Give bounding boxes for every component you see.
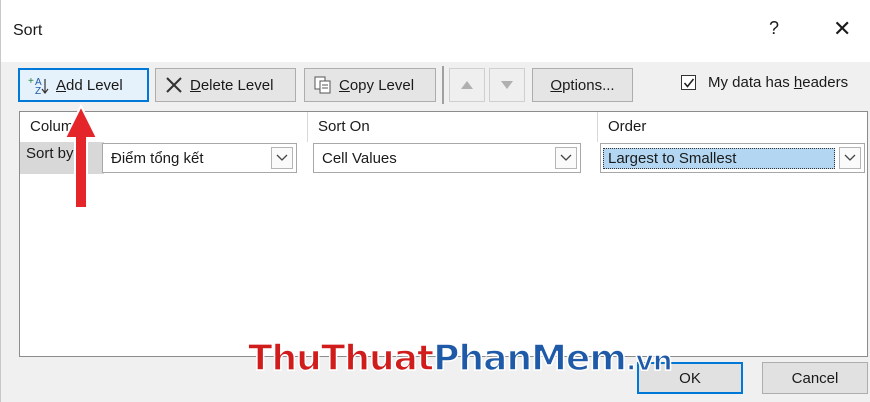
add-level-icon: + A Z	[28, 75, 50, 95]
delete-level-button[interactable]: Delete Level	[155, 68, 296, 102]
triangle-up-icon	[460, 77, 474, 94]
delete-x-icon	[164, 75, 184, 95]
chevron-down-icon[interactable]	[839, 147, 861, 169]
sort-on-header: Sort On	[308, 112, 598, 142]
options-label: Options...	[550, 76, 615, 94]
options-button[interactable]: Options...	[532, 68, 633, 102]
add-level-button[interactable]: + A Z Add Level	[18, 68, 149, 102]
delete-level-label: Delete Level	[190, 76, 274, 94]
help-button[interactable]: ?	[769, 18, 779, 39]
red-arrow-icon	[63, 104, 99, 209]
copy-icon	[313, 75, 333, 95]
triangle-down-icon	[500, 77, 514, 94]
watermark-logo: ThuThuatPhanMem.vn	[247, 337, 673, 380]
dialog-title: Sort	[13, 22, 43, 39]
copy-level-label: Copy Level	[339, 76, 415, 94]
order-select[interactable]: Largest to Smallest	[600, 143, 865, 173]
move-up-button[interactable]	[449, 68, 485, 102]
sort-on-select[interactable]: Cell Values	[313, 143, 581, 173]
sort-levels-grid: Colum Sort On Order Sort by Điểm tổng kế…	[19, 111, 868, 357]
headers-checkbox[interactable]	[681, 75, 696, 90]
chevron-down-icon[interactable]	[555, 147, 577, 169]
add-level-label: Add Level	[56, 76, 123, 94]
checkmark-icon	[683, 78, 694, 88]
column-select[interactable]: Điểm tổng kết	[102, 143, 297, 173]
copy-level-button[interactable]: Copy Level	[304, 68, 436, 102]
sort-dialog: Sort ? ✕ + A Z Add Level Delete Level Co…	[0, 0, 870, 402]
column-select-value: Điểm tổng kết	[111, 149, 204, 167]
title-bar: Sort ? ✕	[1, 0, 870, 62]
cancel-button[interactable]: Cancel	[762, 362, 868, 394]
svg-text:Z: Z	[35, 86, 41, 95]
close-button[interactable]: ✕	[833, 16, 851, 42]
move-down-button[interactable]	[489, 68, 525, 102]
order-header: Order	[608, 118, 647, 135]
sort-on-select-value: Cell Values	[322, 149, 397, 167]
headers-checkbox-label: My data has headers	[708, 74, 849, 91]
order-select-value: Largest to Smallest	[603, 147, 835, 169]
headers-checkbox-group[interactable]: My data has headers	[681, 74, 848, 91]
svg-text:+: +	[28, 76, 34, 87]
chevron-down-icon[interactable]	[271, 147, 293, 169]
toolbar-separator	[442, 66, 444, 104]
